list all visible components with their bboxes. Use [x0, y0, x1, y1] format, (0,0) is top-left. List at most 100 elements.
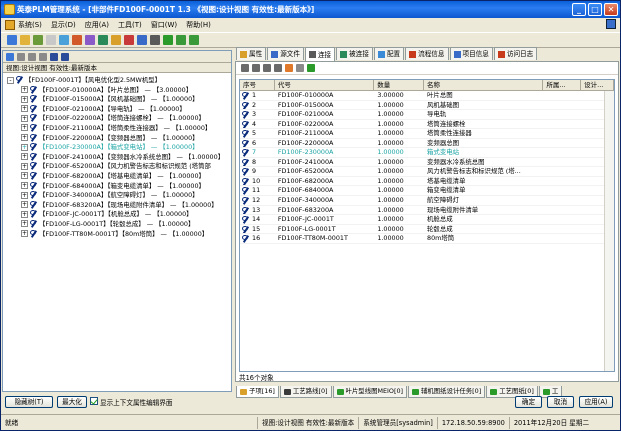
confirm-button[interactable]: 确定 — [515, 396, 542, 408]
tree-expander-icon[interactable]: + — [21, 191, 28, 199]
table-row[interactable]: 14 FD100F-JC-0001T 1.00000 机舱总成 — [240, 215, 614, 225]
table-row[interactable]: 10 FD100F-682000A 1.00000 塔基电缆清单 — [240, 177, 614, 187]
tab-5[interactable]: 流程信息 — [405, 47, 449, 60]
table-row[interactable]: 4 FD100F-022000A 1.00000 塔筒连接螺栓 — [240, 120, 614, 130]
view-icon[interactable] — [274, 64, 282, 72]
table-row[interactable]: 8 FD100F-241000A 1.00000 变频器水冷系统总图 — [240, 158, 614, 168]
copy-icon[interactable] — [85, 35, 95, 45]
table-row[interactable]: 1 FD100F-010000A 3.00000 叶片总图 — [240, 91, 614, 101]
tree-node[interactable]: + 【FD100F-010000A】【叶片总图】 — 【3.00000】 — [3, 85, 231, 96]
table-row[interactable]: 16 FD100F-TT80M-0001T 1.00000 80m塔筒 — [240, 234, 614, 244]
back-arrow-icon[interactable] — [176, 35, 186, 45]
tree-node[interactable]: + 【FD100F-LG-0001T】【轮毂总成】 — 【1.00000】 — [3, 219, 231, 230]
tree-doc-icon[interactable] — [28, 52, 36, 61]
table-row[interactable]: 13 FD100F-683200A 1.00000 现场电缆附件清单 — [240, 206, 614, 216]
tree-node[interactable]: - 【FD100F-0001T】【风电优化型2.5MW机型】 — [3, 76, 231, 86]
table-row[interactable]: 2 FD100F-015000A 1.00000 风机基础图 — [240, 101, 614, 111]
col-header-owner[interactable]: 所属... — [543, 80, 582, 90]
tree-expander-icon[interactable]: + — [21, 105, 28, 113]
menu-window[interactable]: 窗口(W) — [151, 20, 177, 30]
tree-expander-icon[interactable]: + — [21, 86, 28, 94]
flag-icon[interactable] — [124, 35, 134, 45]
tree-node[interactable]: + 【FD100F-230000A】【箱式变电站】 — 【1.00000】 — [3, 143, 231, 153]
menu-help[interactable]: 帮助(H) — [186, 20, 211, 30]
tree-list-icon[interactable] — [39, 52, 47, 61]
tree-copy-icon[interactable] — [17, 52, 25, 61]
hide-tree-button[interactable]: 隐藏树(T) — [5, 396, 53, 408]
apply-button[interactable]: 应用(A) — [579, 396, 613, 408]
tab-3[interactable]: 被连接 — [336, 47, 373, 60]
tab-6[interactable]: 项目信息 — [449, 47, 493, 60]
tree-expander-icon[interactable]: + — [21, 210, 28, 218]
tree-node[interactable]: + 【FD100F-684000A】【箱变电缆清单】 — 【1.00000】 — [3, 181, 231, 192]
show-context-checkbox[interactable] — [90, 397, 98, 405]
table-row[interactable]: 7 FD100F-230000A 1.00000 箱式变电站 — [240, 148, 614, 158]
maximize-panel-button[interactable]: 最大化 — [57, 396, 87, 408]
open-icon[interactable] — [20, 35, 30, 45]
search-icon[interactable] — [59, 35, 69, 45]
tree-search-icon[interactable] — [61, 52, 69, 61]
tab-7[interactable]: 访问日志 — [493, 47, 538, 60]
tree-expander-icon[interactable]: - — [7, 76, 14, 84]
col-header-name[interactable]: 名称 — [424, 80, 544, 90]
tab-1[interactable]: 源文件 — [267, 47, 304, 60]
tree-expander-icon[interactable]: + — [21, 172, 28, 180]
close-button[interactable]: ✕ — [604, 3, 618, 16]
tab-0[interactable]: 属性 — [236, 47, 267, 60]
tree-filter-icon[interactable] — [50, 52, 58, 61]
table-row[interactable]: 6 FD100F-220000A 1.00000 变频器总图 — [240, 139, 614, 149]
new-icon[interactable] — [7, 35, 17, 45]
app-menu-icon[interactable] — [5, 19, 15, 30]
cancel-button[interactable]: 取消 — [547, 396, 574, 408]
cut-icon[interactable] — [72, 35, 82, 45]
table-row[interactable]: 12 FD100F-340000A 1.00000 航空障碍灯 — [240, 196, 614, 206]
tree-node[interactable]: + 【FD100F-JC-0001T】【机舱总成】 — 【1.00000】 — [3, 210, 231, 220]
tree-node[interactable]: + 【FD100F-682000A】【塔基电缆清单】 — 【1.00000】 — [3, 171, 231, 182]
tab-4[interactable]: 配置 — [373, 47, 405, 60]
tree-node[interactable]: + 【FD100F-021000A】【导电轨】 — 【1.00000】 — [3, 104, 231, 115]
tab-2[interactable]: 连接 — [304, 47, 336, 61]
paste-icon[interactable] — [98, 35, 108, 45]
tree-expander-icon[interactable]: + — [21, 153, 28, 161]
export-excel-icon[interactable] — [307, 64, 315, 72]
menu-apply[interactable]: 应用(A) — [85, 20, 109, 30]
tree-expander-icon[interactable]: + — [21, 162, 28, 170]
grid-icon[interactable] — [241, 64, 249, 72]
tree-expander-icon[interactable]: + — [21, 201, 28, 209]
tree-expander-icon[interactable]: + — [21, 143, 28, 151]
restore-child-icon[interactable] — [606, 19, 616, 29]
menu-display[interactable]: 显示(D) — [51, 20, 76, 30]
tree-node[interactable]: + 【FD100F-220000A】【变频器总图】 — 【1.00000】 — [3, 133, 231, 144]
tree-node[interactable]: + 【FD100F-683200A】【现场电缆附件清单】 — 【1.00000】 — [3, 200, 231, 211]
tree-node[interactable]: + 【FD100F-211000A】【塔筒柔性连接器】 — 【1.00000】 — [3, 123, 231, 134]
save-grid-icon[interactable] — [296, 64, 304, 72]
tree-expander-icon[interactable]: + — [21, 182, 28, 190]
table-row[interactable]: 15 FD100F-LG-0001T 1.00000 轮毂总成 — [240, 225, 614, 235]
print-icon[interactable] — [46, 35, 56, 45]
tree-node[interactable]: + 【FD100F-340000A】【航空障碍灯】 — 【1.00000】 — [3, 191, 231, 201]
menu-system[interactable]: 系统(S) — [18, 20, 42, 30]
tree-expander-icon[interactable]: + — [21, 134, 28, 142]
col-header-qty[interactable]: 数量 — [374, 80, 425, 90]
columns-icon[interactable] — [252, 64, 260, 72]
excel-icon[interactable] — [163, 35, 173, 45]
save-icon[interactable] — [33, 35, 43, 45]
tree-node[interactable]: + 【FD100F-TT80M-0001T】【80m塔筒】 — 【1.00000】 — [3, 229, 231, 240]
col-header-no[interactable]: 序号 — [240, 80, 275, 90]
table-scrollbar[interactable] — [604, 91, 614, 371]
tree-expander-icon[interactable]: + — [21, 230, 28, 237]
tree-node[interactable]: + 【FD100F-022000A】【塔筒连接螺栓】 — 【1.00000】 — [3, 114, 231, 124]
menu-tools[interactable]: 工具(T) — [118, 20, 142, 30]
settings-icon[interactable] — [150, 35, 160, 45]
user-icon[interactable] — [137, 35, 147, 45]
col-header-code[interactable]: 代号 — [275, 80, 375, 90]
bookmark-icon[interactable] — [285, 64, 293, 72]
edit-icon[interactable] — [263, 64, 271, 72]
minimize-button[interactable]: _ — [572, 3, 586, 16]
tree-node[interactable]: + 【FD100F-652000A】【风力机警告标志和标识规范 (塔筒部 — [3, 162, 231, 172]
maximize-button[interactable]: □ — [588, 3, 602, 16]
forward-arrow-icon[interactable] — [189, 35, 199, 45]
table-row[interactable]: 5 FD100F-211000A 1.00000 塔筒柔性连接器 — [240, 129, 614, 139]
tree-node[interactable]: + 【FD100F-015000A】【风机基础图】 — 【1.00000】 — [3, 95, 231, 105]
tree-expand-icon[interactable] — [6, 52, 14, 61]
